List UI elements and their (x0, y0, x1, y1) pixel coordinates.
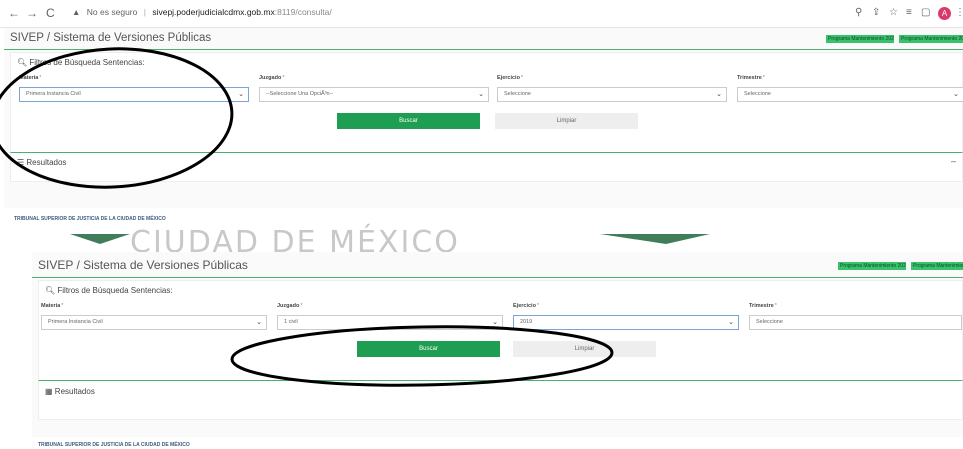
top-app-panel: SIVEP / Sistema de Versiones Públicas Pr… (4, 28, 963, 208)
chevron-down-icon: ⌄ (256, 319, 262, 326)
filters-title-text: Filtros de Búsqueda Sentencias: (29, 58, 145, 67)
materia-select[interactable]: Primera Instancia Civil ⌄ (41, 315, 267, 330)
program-link-1[interactable]: Programa Mantenimiento 2021 (826, 35, 894, 43)
table-icon: ▦ (45, 387, 53, 396)
program-link-2[interactable]: Programa Mantenimiento (911, 262, 963, 270)
results-card: ☰ Resultados – (10, 152, 963, 182)
zoom-icon[interactable]: ⚲ (855, 7, 862, 18)
program-link-2[interactable]: Programa Mantenimiento 2022 (899, 35, 963, 43)
chevron-down-icon: ⌄ (492, 319, 498, 326)
juzgado-select[interactable]: --Seleccione Una OpciÃ³n-- ⌄ (259, 87, 489, 102)
results-title: ▦ Resultados (45, 387, 95, 396)
chevron-down-icon: ⌄ (238, 91, 244, 98)
search-button[interactable]: Buscar (337, 113, 480, 129)
ejercicio-value: 2019 (520, 319, 533, 325)
top-header: SIVEP / Sistema de Versiones Públicas Pr… (4, 28, 963, 50)
list-icon: ☰ (17, 158, 25, 167)
juzgado-value: 1 civil (284, 319, 298, 325)
filters-title: 🔍︎ Filtros de Búsqueda Sentencias: (45, 286, 173, 295)
url-separator: | (143, 7, 146, 17)
juzgado-value: --Seleccione Una OpciÃ³n-- (266, 91, 334, 97)
chevron-down-icon: ⌄ (953, 91, 959, 98)
page-title: SIVEP / Sistema de Versiones Públicas (10, 32, 212, 44)
results-card: ▦ Resultados (38, 380, 963, 420)
label-materia: Materia* (19, 75, 42, 81)
search-button[interactable]: Buscar (357, 341, 500, 357)
program-link-1[interactable]: Programa Mantenimiento 2021 (838, 262, 906, 270)
menu-kebab-icon[interactable]: ⋮ (955, 7, 963, 18)
trimestre-select[interactable]: Seleccione (749, 315, 962, 330)
bottom-footer: TRIBUNAL SUPERIOR DE JUSTICIA DE LA CIUD… (38, 442, 190, 448)
label-trimestre: Trimestre* (737, 75, 765, 81)
clear-button[interactable]: Limpiar (513, 341, 656, 357)
label-juzgado: Juzgado* (259, 75, 285, 81)
clear-button[interactable]: Limpiar (495, 113, 638, 129)
back-icon[interactable]: ← (8, 6, 20, 20)
address-bar[interactable]: ▲ No es seguro | sivepj.poderjudicialcdm… (72, 7, 332, 17)
bookmark-star-icon[interactable]: ☆ (889, 7, 898, 18)
search-icon: 🔍︎ (17, 58, 28, 67)
chevron-down-icon: ⌄ (716, 91, 722, 98)
url-path: :8119/consulta/ (274, 7, 332, 17)
trimestre-value: Seleccione (756, 319, 783, 325)
materia-select[interactable]: Primera Instancia Civil ⌄ (19, 87, 249, 102)
label-ejercicio: Ejercicio* (513, 303, 540, 309)
ejercicio-select[interactable]: Seleccione ⌄ (497, 87, 727, 102)
label-materia: Materia* (41, 303, 64, 309)
filters-title-text: Filtros de Búsqueda Sentencias: (57, 286, 173, 295)
side-panel-icon[interactable]: ▢ (921, 7, 930, 18)
reading-list-icon[interactable]: ≡ (906, 7, 912, 18)
label-ejercicio: Ejercicio* (497, 75, 524, 81)
filters-title: 🔍︎ Filtros de Búsqueda Sentencias: (17, 58, 145, 67)
watermark-shape-left (70, 234, 130, 244)
chevron-down-icon: ⌄ (728, 319, 734, 326)
top-footer: TRIBUNAL SUPERIOR DE JUSTICIA DE LA CIUD… (14, 216, 166, 222)
reload-icon[interactable]: C (46, 6, 55, 20)
results-title-text: Resultados (26, 158, 67, 167)
results-title: ☰ Resultados (17, 158, 66, 167)
url-host: sivepj.poderjudicialcdmx.gob.mx (152, 7, 275, 17)
page-title: SIVEP / Sistema de Versiones Públicas (38, 258, 248, 272)
bottom-header: SIVEP / Sistema de Versiones Públicas Pr… (32, 252, 963, 278)
label-juzgado: Juzgado* (277, 303, 303, 309)
watermark-shape-right (600, 234, 710, 244)
warning-icon: ▲ (72, 7, 81, 17)
filters-card: 🔍︎ Filtros de Búsqueda Sentencias: Mater… (38, 280, 963, 384)
collapse-button[interactable]: – (951, 156, 956, 166)
results-title-text: Resultados (54, 387, 95, 396)
materia-value: Primera Instancia Civil (48, 319, 103, 325)
juzgado-select[interactable]: 1 civil ⌄ (277, 315, 503, 330)
filters-card: 🔍︎ Filtros de Búsqueda Sentencias: Mater… (10, 52, 963, 162)
ejercicio-value: Seleccione (504, 91, 531, 97)
share-icon[interactable]: ⇪ (872, 7, 880, 18)
trimestre-select[interactable]: Seleccione ⌄ (737, 87, 963, 102)
label-trimestre: Trimestre* (749, 303, 777, 309)
search-icon: 🔍︎ (45, 286, 56, 295)
profile-avatar[interactable]: A (938, 7, 951, 20)
materia-value: Primera Instancia Civil (26, 91, 81, 97)
security-warning: No es seguro (86, 7, 138, 17)
bottom-app-panel: SIVEP / Sistema de Versiones Públicas Pr… (32, 252, 963, 437)
trimestre-value: Seleccione (744, 91, 771, 97)
forward-icon[interactable]: → (26, 6, 38, 20)
chevron-down-icon: ⌄ (478, 91, 484, 98)
browser-toolbar: ← → C ▲ No es seguro | sivepj.poderjudic… (0, 0, 963, 28)
ejercicio-select[interactable]: 2019 ⌄ (513, 315, 739, 330)
